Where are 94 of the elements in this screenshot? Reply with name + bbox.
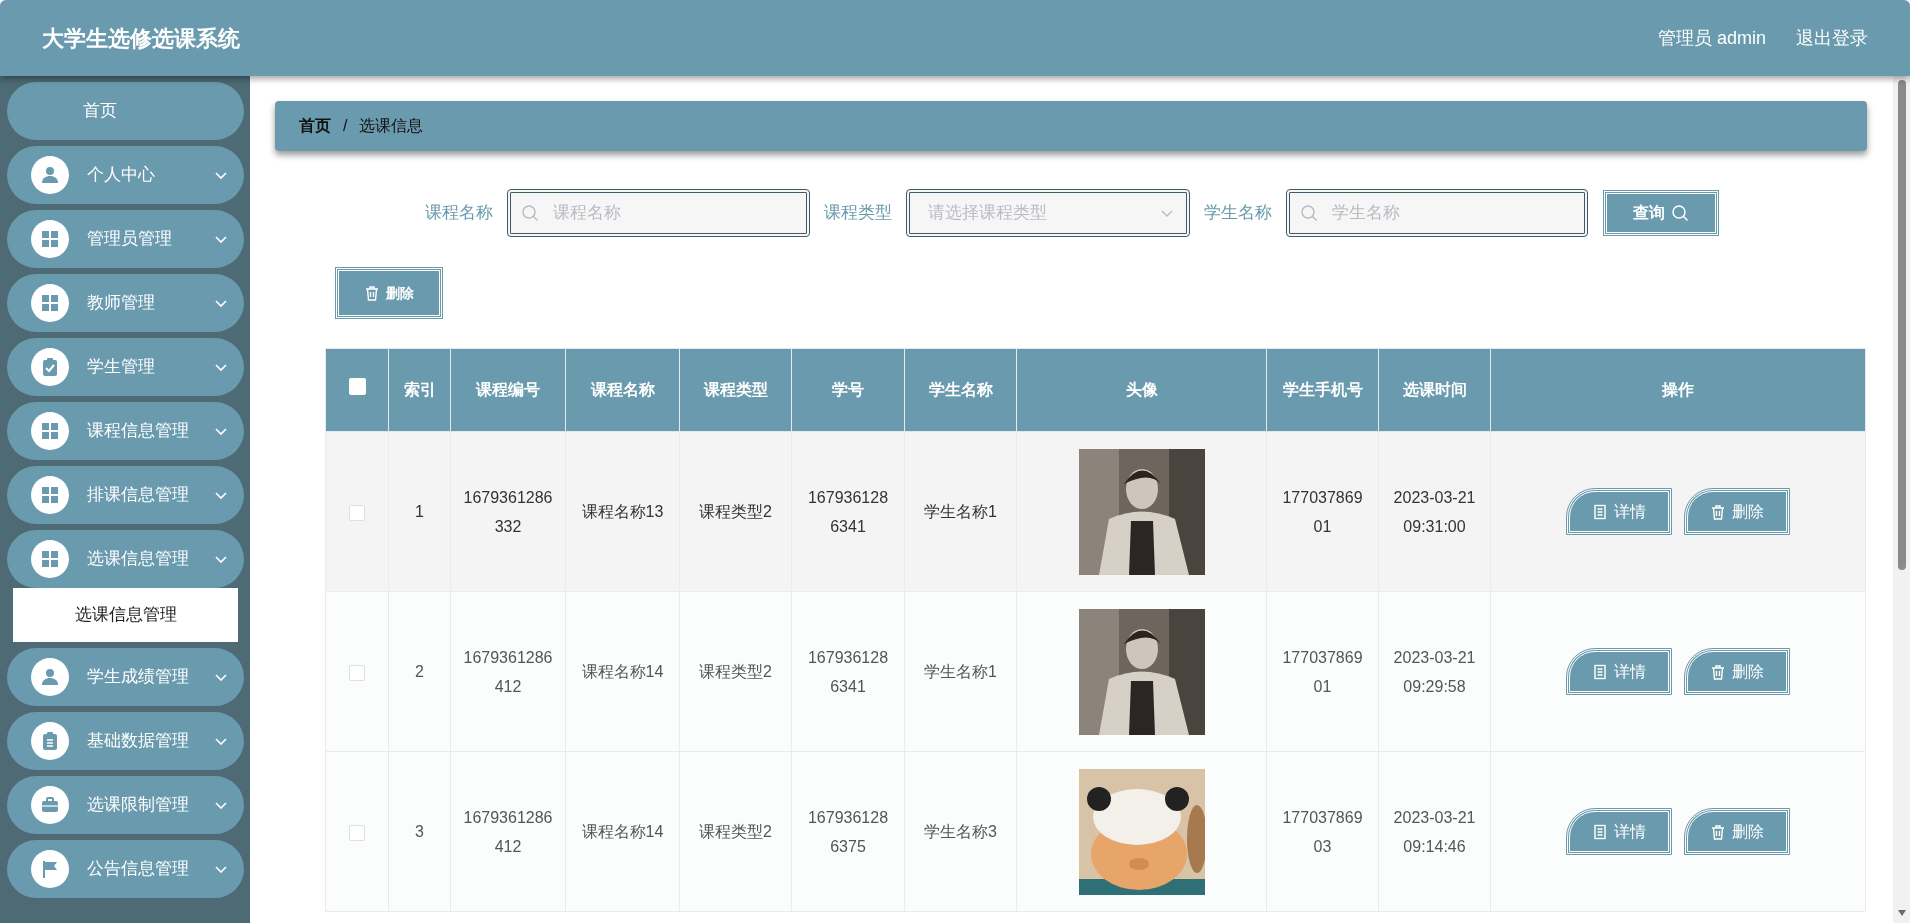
table-cell: 1679361286341 xyxy=(791,431,905,592)
table-cell: 17703786903 xyxy=(1266,751,1379,912)
table-cell: 1679361286412 xyxy=(450,591,566,752)
sidebar-item[interactable]: 学生成绩管理 xyxy=(7,648,244,706)
table-cell: 2023-03-21 09:31:00 xyxy=(1378,431,1491,592)
select-all-checkbox[interactable] xyxy=(348,378,366,395)
column-header: 索引 xyxy=(388,348,451,432)
field-label: 学生名称 xyxy=(1203,202,1272,225)
table-cell: 课程名称14 xyxy=(565,751,680,912)
details-button[interactable]: 详情 xyxy=(1567,809,1671,854)
sidebar-item[interactable]: 教师管理 xyxy=(7,274,244,332)
field-label: 课程名称 xyxy=(424,202,493,225)
table-cell: 学生名称1 xyxy=(904,431,1017,592)
column-header: 课程类型 xyxy=(679,348,792,432)
document-icon xyxy=(1592,503,1608,520)
trash-icon xyxy=(364,285,380,301)
person-icon xyxy=(40,165,60,185)
table-cell: 2023-03-21 09:29:58 xyxy=(1378,591,1491,752)
column-header: 学号 xyxy=(791,348,905,432)
logout-link[interactable]: 退出登录 xyxy=(1796,24,1868,52)
grid-icon xyxy=(40,229,60,249)
table-cell: 1679361286332 xyxy=(450,431,566,592)
table-cell: 17703786901 xyxy=(1266,591,1379,752)
sidebar-item[interactable]: 基础数据管理 xyxy=(7,712,244,770)
table-cell: 学生名称3 xyxy=(904,751,1017,912)
table-cell: 学生名称1 xyxy=(904,591,1017,752)
clipboard-icon xyxy=(40,731,60,751)
grid-icon xyxy=(40,421,60,441)
table-cell: 课程类型2 xyxy=(679,431,792,592)
user-label: 管理员 admin xyxy=(1657,26,1766,50)
trash-icon xyxy=(1710,503,1726,520)
grid-icon xyxy=(40,293,60,313)
row-checkbox[interactable] xyxy=(349,824,365,841)
briefcase-icon xyxy=(40,795,60,815)
table-cell: 课程类型2 xyxy=(679,751,792,912)
search-field[interactable]: 学生名称 xyxy=(1285,189,1588,237)
sidebar-item[interactable]: 选课信息管理 xyxy=(7,530,244,588)
trash-icon xyxy=(1710,663,1726,680)
table-cell: 1679361286412 xyxy=(450,751,566,912)
sidebar-item[interactable]: 排课信息管理 xyxy=(7,466,244,524)
search-icon xyxy=(1670,204,1689,222)
sidebar-item[interactable]: 课程信息管理 xyxy=(7,402,244,460)
delete-button[interactable]: 删除 xyxy=(1685,809,1789,854)
scroll-down-arrow-icon xyxy=(1896,909,1907,917)
column-header: 头像 xyxy=(1016,348,1267,432)
document-icon xyxy=(1592,823,1608,840)
grid-icon xyxy=(40,485,60,505)
search-icon xyxy=(520,204,539,222)
flag-icon xyxy=(40,859,60,879)
select-field[interactable]: 请选择课程类型 xyxy=(905,189,1190,237)
delete-button[interactable]: 删除 xyxy=(1685,489,1789,534)
trash-icon xyxy=(1710,823,1726,840)
breadcrumb-separator: / xyxy=(343,116,348,136)
scrollbar-thumb[interactable] xyxy=(1897,80,1906,570)
query-button[interactable]: 查询 xyxy=(1603,191,1718,235)
row-checkbox[interactable] xyxy=(349,664,365,681)
table-cell: 1 xyxy=(388,431,451,592)
delete-button[interactable]: 删除 xyxy=(1685,649,1789,694)
person-icon xyxy=(40,667,60,687)
details-button[interactable]: 详情 xyxy=(1567,489,1671,534)
column-header: 选课时间 xyxy=(1378,348,1491,432)
table-cell: 课程类型2 xyxy=(679,591,792,752)
breadcrumb-item: 选课信息 xyxy=(359,116,424,136)
table-cell: 课程名称14 xyxy=(565,591,680,752)
submenu-item[interactable]: 选课信息管理 xyxy=(13,588,238,642)
details-button[interactable]: 详情 xyxy=(1567,649,1671,694)
table-cell: 2 xyxy=(388,591,451,752)
search-field[interactable]: 课程名称 xyxy=(506,189,810,237)
sidebar-item[interactable]: 公告信息管理 xyxy=(7,840,244,898)
table-cell: 1679361286341 xyxy=(791,591,905,752)
table-cell: 课程名称13 xyxy=(565,431,680,592)
breadcrumb-item[interactable]: 首页 xyxy=(299,114,331,138)
sidebar-item[interactable]: 首页 xyxy=(7,82,244,140)
table-cell: 3 xyxy=(388,751,451,912)
grid-icon xyxy=(40,549,60,569)
table-cell: 2023-03-21 09:14:46 xyxy=(1378,751,1491,912)
sidebar-item[interactable]: 选课限制管理 xyxy=(7,776,244,834)
table-cell: 1679361286375 xyxy=(791,751,905,912)
column-header: 学生手机号 xyxy=(1266,348,1379,432)
column-header: 课程编号 xyxy=(450,348,566,432)
row-checkbox[interactable] xyxy=(349,504,365,521)
field-label: 课程类型 xyxy=(823,202,892,225)
sidebar-item[interactable]: 个人中心 xyxy=(7,146,244,204)
sidebar-item[interactable]: 管理员管理 xyxy=(7,210,244,268)
delete-button[interactable]: 删除 xyxy=(336,268,442,318)
column-header: 学生名称 xyxy=(904,348,1017,432)
document-icon xyxy=(1592,663,1608,680)
column-header: 课程名称 xyxy=(565,348,680,432)
column-header: 操作 xyxy=(1490,348,1866,432)
sidebar-item[interactable]: 学生管理 xyxy=(7,338,244,396)
clipboard-check-icon xyxy=(40,357,60,377)
app-title: 大学生选修选课系统 xyxy=(42,24,240,53)
table-cell: 17703786901 xyxy=(1266,431,1379,592)
search-icon xyxy=(1299,204,1318,222)
